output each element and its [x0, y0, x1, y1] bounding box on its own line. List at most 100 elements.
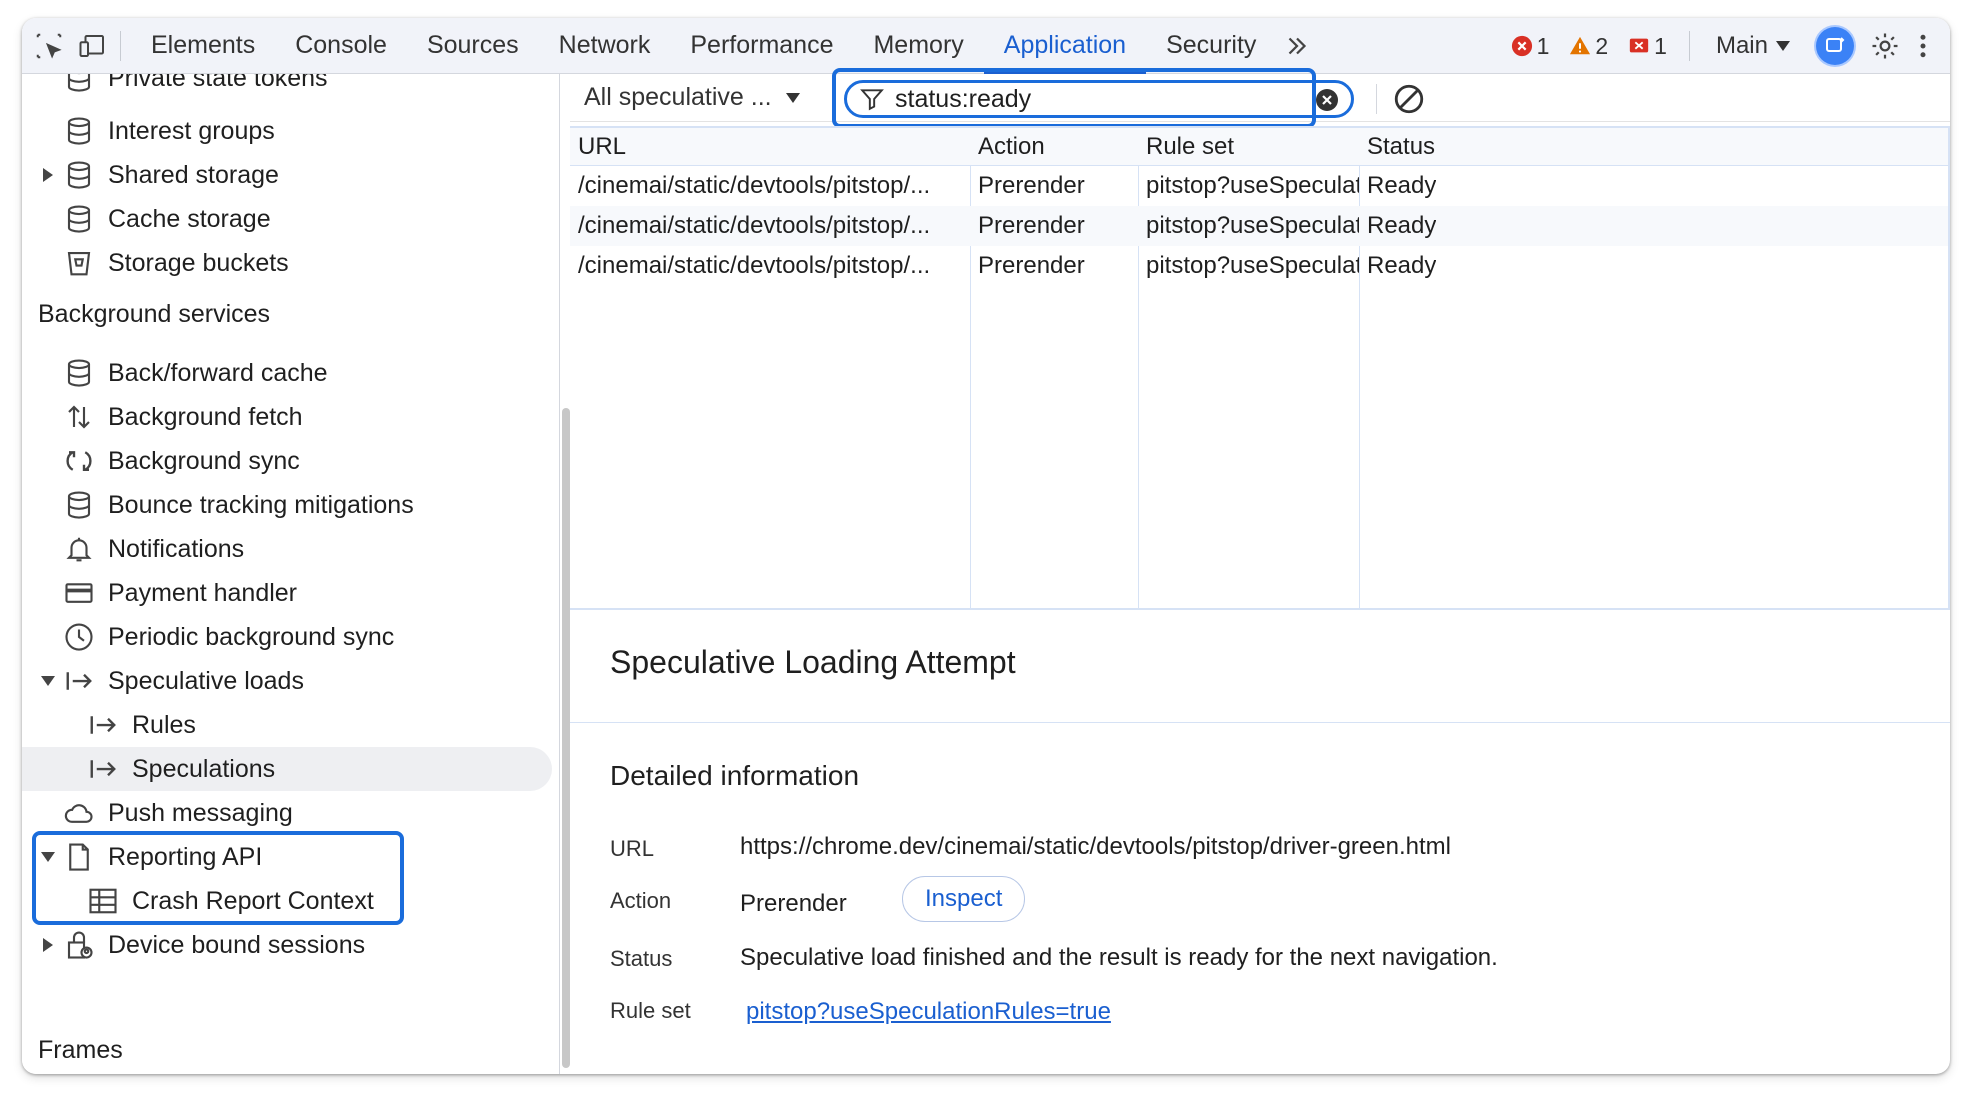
sync-icon: [62, 444, 96, 478]
device-toolbar-icon[interactable]: [76, 29, 110, 63]
error-count: 1: [1536, 32, 1550, 59]
collapse-arrow-icon[interactable]: [34, 676, 62, 686]
database-icon: [62, 488, 96, 522]
cell-action: Prerender: [978, 212, 1085, 239]
sidebar-item-label: Shared storage: [108, 160, 279, 189]
detail-url-value: https://chrome.dev/cinemai/static/devtoo…: [740, 833, 1451, 860]
error-icon: [1511, 35, 1532, 57]
inspect-element-icon[interactable]: [32, 29, 66, 63]
details-divider: [570, 722, 1950, 723]
sidebar-item-label: Periodic background sync: [108, 622, 395, 651]
devtools-toolbar: Elements Console Sources Network Perform…: [22, 18, 1950, 74]
sidebar-item-back-forward-cache[interactable]: Back/forward cache: [62, 351, 328, 395]
arrow-right-bar-icon: [86, 708, 120, 742]
detail-ruleset-link[interactable]: pitstop?useSpeculationRules=true: [746, 998, 1111, 1026]
column-header-rule-set[interactable]: Rule set: [1138, 128, 1234, 166]
sidebar-item-label: Speculative loads: [108, 666, 304, 695]
sidebar-item-label: Back/forward cache: [108, 358, 328, 387]
context-selector[interactable]: Main: [1704, 32, 1802, 60]
cell-url: /cinemai/static/devtools/pitstop/...: [578, 172, 931, 199]
sidebar-item-private-state-tokens[interactable]: Private state tokens: [62, 74, 328, 100]
database-icon: [62, 114, 96, 148]
detail-status-value: Speculative load finished and the result…: [740, 944, 1498, 971]
ai-assistance-icon[interactable]: [1816, 27, 1854, 65]
clear-all-icon[interactable]: [1392, 82, 1426, 116]
sidebar-item-label: Cache storage: [108, 204, 271, 233]
issues-count: 1: [1654, 32, 1667, 59]
sidebar-item-shared-storage[interactable]: Shared storage: [34, 153, 279, 197]
toolbar-separator: [1688, 31, 1690, 61]
tab-elements[interactable]: Elements: [131, 18, 275, 74]
sidebar-item-interest-groups[interactable]: Interest groups: [62, 109, 275, 153]
detail-url-label: URL: [610, 836, 655, 861]
table-row[interactable]: /cinemai/static/devtools/pitstop/... Pre…: [570, 246, 1948, 286]
sidebar-item-background-sync[interactable]: Background sync: [62, 439, 300, 483]
updown-arrows-icon: [62, 400, 96, 434]
error-count-badge[interactable]: 1: [1503, 33, 1558, 60]
tab-security[interactable]: Security: [1146, 18, 1276, 74]
sidebar-item-label: Notifications: [108, 534, 245, 563]
sidebar-scrollbar[interactable]: [562, 408, 570, 1068]
clear-filter-icon[interactable]: [1315, 88, 1339, 112]
filter-highlight-box: [832, 68, 1316, 128]
chevron-down-icon: [785, 92, 800, 103]
sidebar-item-speculative-loads[interactable]: Speculative loads: [34, 659, 304, 703]
sidebar-item-rules[interactable]: Rules: [86, 703, 196, 747]
table-row[interactable]: /cinemai/static/devtools/pitstop/... Pre…: [570, 206, 1948, 246]
tab-application[interactable]: Application: [983, 18, 1147, 74]
database-icon: [62, 202, 96, 236]
sidebar-item-label: Payment handler: [108, 578, 298, 607]
sidebar-item-notifications[interactable]: Notifications: [62, 527, 244, 571]
warning-icon: [1570, 36, 1591, 55]
sidebar-item-periodic-background-sync[interactable]: Periodic background sync: [62, 615, 394, 659]
reporting-api-highlight-box: [32, 831, 404, 925]
more-tabs-icon[interactable]: [1280, 29, 1314, 63]
sidebar-item-label: Interest groups: [108, 116, 275, 145]
settings-gear-icon[interactable]: [1868, 29, 1902, 63]
table-header: URL Action Rule set Status: [570, 128, 1948, 166]
context-label: Main: [1715, 32, 1768, 59]
sidebar-item-label: Private state tokens: [108, 74, 328, 92]
more-options-icon[interactable]: [1906, 29, 1940, 63]
speculations-panel: All speculative ... status:ready URL Act…: [570, 68, 1950, 1074]
warning-count-badge[interactable]: 2: [1561, 33, 1616, 60]
database-icon: [62, 74, 96, 95]
cloud-icon: [62, 796, 96, 830]
tab-network[interactable]: Network: [539, 18, 671, 74]
sidebar-item-cache-storage[interactable]: Cache storage: [62, 197, 271, 241]
detail-action-value: Prerender: [740, 890, 847, 917]
card-icon: [62, 576, 96, 610]
database-icon: [62, 356, 96, 390]
section-background-services: Background services: [38, 300, 271, 328]
issues-count-badge[interactable]: 1: [1620, 33, 1675, 60]
column-header-url[interactable]: URL: [570, 128, 626, 166]
table-row[interactable]: /cinemai/static/devtools/pitstop/... Pre…: [570, 166, 1948, 206]
tab-console[interactable]: Console: [275, 18, 407, 74]
arrow-right-bar-icon: [86, 752, 120, 786]
sidebar-item-speculations[interactable]: Speculations: [86, 747, 275, 791]
toolbar-separator: [120, 30, 121, 61]
details-title: Speculative Loading Attempt: [610, 644, 1016, 680]
speculation-type-dropdown[interactable]: All speculative ...: [584, 83, 812, 112]
cell-action: Prerender: [978, 172, 1085, 199]
inspect-button[interactable]: Inspect: [902, 876, 1026, 922]
column-header-action[interactable]: Action: [970, 128, 1045, 166]
sidebar-item-payment-handler[interactable]: Payment handler: [62, 571, 297, 615]
speculation-details: Speculative Loading Attempt Detailed inf…: [570, 610, 1950, 1074]
cell-rule-set: pitstop?useSpeculati...: [1146, 212, 1359, 239]
sidebar-item-storage-buckets[interactable]: Storage buckets: [62, 241, 289, 285]
tab-memory[interactable]: Memory: [853, 18, 983, 74]
dropdown-label: All speculative ...: [584, 83, 772, 111]
column-header-status[interactable]: Status: [1359, 128, 1435, 166]
expand-arrow-icon[interactable]: [34, 938, 62, 952]
tab-sources[interactable]: Sources: [407, 18, 539, 74]
sidebar-item-device-bound-sessions[interactable]: Device bound sessions: [34, 923, 365, 967]
sidebar-item-label: Speculations: [132, 754, 276, 783]
detail-ruleset-label: Rule set: [610, 998, 691, 1023]
tab-performance[interactable]: Performance: [670, 18, 853, 74]
sidebar-item-push-messaging[interactable]: Push messaging: [62, 791, 293, 835]
cell-rule-set: pitstop?useSpeculati...: [1146, 252, 1359, 279]
sidebar-item-background-fetch[interactable]: Background fetch: [62, 395, 303, 439]
expand-arrow-icon[interactable]: [34, 168, 62, 182]
sidebar-item-bounce-tracking[interactable]: Bounce tracking mitigations: [62, 483, 414, 527]
